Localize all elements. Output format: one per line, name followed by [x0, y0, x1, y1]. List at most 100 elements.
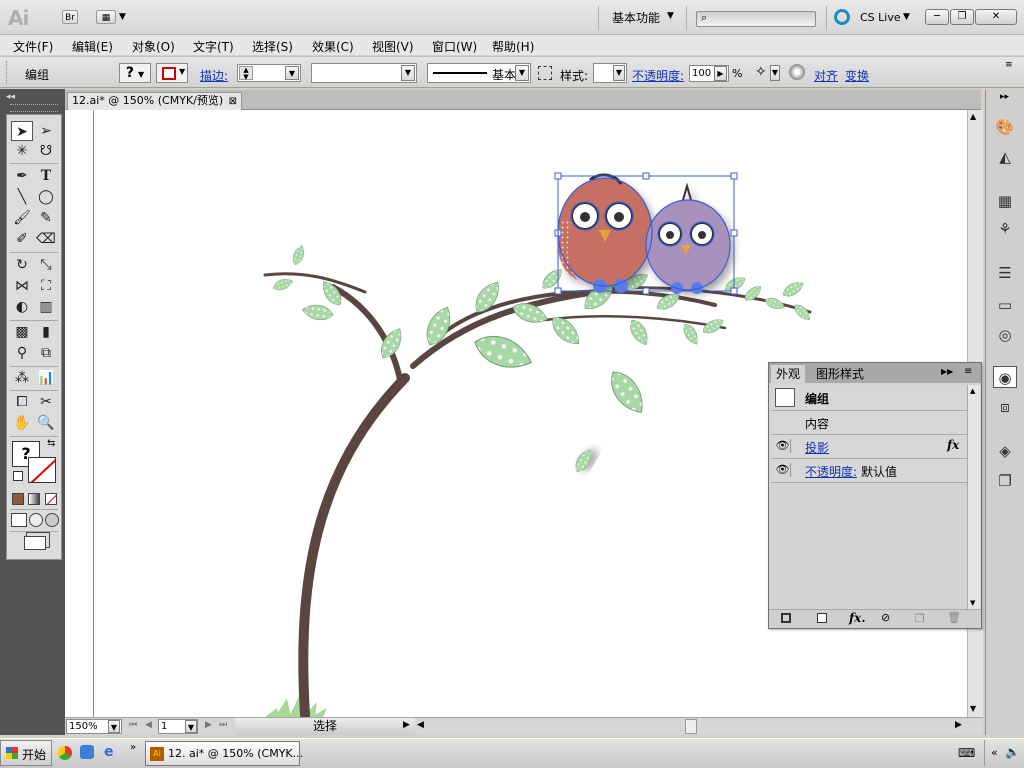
draw-inside-icon[interactable] [45, 513, 59, 527]
menu-object[interactable]: 对象(O) [132, 38, 175, 55]
rotate-tool-icon[interactable]: ↻ [11, 255, 33, 275]
panel-menu-icon[interactable]: ≡ [964, 366, 972, 377]
stroke-panel-icon[interactable]: ☰ [993, 262, 1017, 284]
help-search-field[interactable]: ⌕ [696, 11, 816, 27]
transform-panel-link[interactable]: 变换 [845, 67, 869, 84]
gradient-tool-icon[interactable]: ▮ [35, 322, 57, 342]
opacity-slider-arrow-icon[interactable]: ▶ [714, 66, 727, 81]
scroll-up-icon[interactable]: ▲ [970, 112, 976, 121]
scroll-right-icon[interactable]: ▶ [955, 720, 962, 730]
slice-tool-icon[interactable]: ✂ [35, 392, 57, 412]
shape-builder-tool-icon[interactable]: ◐ [11, 297, 33, 317]
quick-launch-icon[interactable] [80, 745, 94, 759]
tab-graphic-styles[interactable]: 图形样式 [811, 365, 869, 383]
collapse-panel-icon[interactable]: ▶▶ [941, 367, 953, 376]
symbol-sprayer-tool-icon[interactable]: ⁂ [11, 368, 33, 388]
column-graph-tool-icon[interactable]: 📊 [35, 368, 57, 388]
workspace-switcher[interactable]: 基本功能 [612, 9, 660, 26]
pencil-tool-icon[interactable]: ✎ [35, 208, 57, 228]
arrange-documents-icon[interactable]: ▦ [96, 10, 116, 24]
toolbox-grip[interactable] [10, 104, 58, 112]
workspace-chevron-icon[interactable]: ▼ [667, 11, 674, 21]
visibility-eye-icon[interactable]: 👁 [775, 439, 791, 453]
stroke-swatch[interactable]: ▼ [156, 63, 188, 83]
eraser-tool-icon[interactable]: ⌫ [35, 229, 57, 249]
layers-panel-icon[interactable]: ◈ [993, 440, 1017, 462]
variable-width-profile-field[interactable]: ▼ [311, 63, 417, 83]
expand-panels-icon[interactable]: ▸▸ [1000, 92, 1009, 102]
stroke-panel-link[interactable]: 描边: [200, 67, 228, 84]
stroke-color-box[interactable] [28, 457, 56, 483]
width-tool-icon[interactable]: ⋈ [11, 276, 33, 296]
internet-explorer-icon[interactable]: e [104, 744, 114, 760]
draw-normal-icon[interactable] [11, 513, 27, 527]
clear-appearance-icon[interactable]: ⊘ [881, 611, 890, 624]
chevron-down-icon[interactable]: ▼ [770, 65, 780, 81]
screen-mode-icon[interactable] [24, 536, 46, 550]
swatches-icon[interactable]: ▦ [993, 190, 1017, 212]
visibility-eye-icon[interactable]: 👁 [775, 463, 791, 477]
stroke-weight-stepper[interactable]: ▲ ▼ [239, 66, 253, 81]
document-tab[interactable]: 12.ai* @ 150% (CMYK/预览) ⊠ [67, 92, 243, 110]
close-button[interactable]: ✕ [975, 9, 1017, 25]
horizontal-scroll-thumb[interactable] [685, 719, 697, 734]
type-tool-icon[interactable]: T [35, 166, 57, 186]
close-tab-icon[interactable]: ⊠ [229, 96, 237, 107]
scroll-left-icon[interactable]: ◀ [417, 720, 424, 730]
color-panel-icon[interactable]: 🎨 [993, 116, 1017, 138]
restore-button[interactable]: ❐ [950, 9, 974, 25]
cslive-chevron-icon[interactable]: ▼ [903, 12, 910, 22]
first-artboard-icon[interactable]: ⏮ [129, 720, 137, 730]
drop-shadow-row[interactable]: 👁 投影 fx [771, 435, 967, 459]
magic-wand-tool-icon[interactable]: ✳ [11, 141, 33, 161]
menu-help[interactable]: 帮助(H) [492, 38, 534, 55]
paintbrush-tool-icon[interactable]: 🖌 [11, 208, 33, 228]
selection-tool-icon[interactable]: ➤ [11, 121, 33, 141]
menu-effect[interactable]: 效果(C) [312, 38, 354, 55]
collapse-arrows-icon[interactable]: ◂◂ [6, 92, 15, 102]
cslive-button[interactable]: CS Live [860, 11, 901, 24]
next-artboard-icon[interactable]: ▶ [205, 720, 212, 730]
control-panel-menu-icon[interactable]: ≡ [1005, 60, 1013, 70]
swap-fill-stroke-icon[interactable]: ⇆ [47, 438, 55, 449]
previous-artboard-icon[interactable]: ◀ [145, 720, 152, 730]
color-guide-icon[interactable]: ◭ [993, 146, 1017, 168]
scroll-down-icon[interactable]: ▼ [970, 704, 976, 713]
select-similar-icon[interactable]: ✧ [755, 64, 767, 80]
chevron-down-icon[interactable]: ▼ [613, 65, 625, 81]
color-mode-icon[interactable] [12, 493, 24, 505]
graphic-styles-icon[interactable]: ⧈ [993, 396, 1017, 418]
transparency-panel-icon[interactable]: ◎ [993, 324, 1017, 346]
hand-tool-icon[interactable]: ✋ [11, 413, 33, 433]
perspective-grid-tool-icon[interactable]: ▥ [35, 297, 57, 317]
chevron-down-icon[interactable]: ▼ [108, 720, 120, 733]
free-transform-tool-icon[interactable]: ⛶ [35, 276, 57, 296]
status-tool-display[interactable]: 选择 [235, 718, 415, 735]
recolor-artwork-icon[interactable] [789, 64, 805, 80]
menu-file[interactable]: 文件(F) [13, 38, 53, 55]
taskbar-task-illustrator[interactable]: Ai 12. ai* @ 150% (CMYK... [145, 741, 303, 766]
add-fill-icon[interactable] [817, 613, 827, 623]
direct-selection-tool-icon[interactable]: ➢ [35, 121, 57, 141]
opacity-link[interactable]: 不透明度: [805, 463, 857, 480]
chevron-down-icon[interactable]: ▼ [185, 720, 197, 733]
gradient-mode-icon[interactable] [28, 493, 40, 505]
brush-options-icon[interactable] [538, 66, 552, 80]
chevron-down-icon[interactable]: ▼ [285, 66, 299, 80]
artboard-tool-icon[interactable]: ⧠ [11, 392, 33, 412]
menu-type[interactable]: 文字(T) [193, 38, 234, 55]
brushes-icon[interactable]: ⚘ [993, 218, 1017, 240]
line-tool-icon[interactable]: ╲ [11, 187, 33, 207]
cslive-icon[interactable] [834, 9, 850, 25]
ellipse-tool-icon[interactable]: ◯ [35, 187, 57, 207]
keyboard-tray-icon[interactable]: ⌨ [958, 746, 975, 760]
draw-behind-icon[interactable] [29, 513, 43, 527]
chevron-down-icon[interactable]: ▼ [515, 65, 529, 81]
opacity-panel-link[interactable]: 不透明度: [632, 67, 684, 84]
eyedropper-tool-icon[interactable]: ⚲ [11, 343, 33, 363]
fx-icon[interactable]: fx [947, 438, 959, 452]
panel-scrollbar[interactable]: ▲ ▼ [967, 385, 980, 609]
taskbar-overflow-icon[interactable]: » [130, 742, 136, 753]
arrange-documents-chevron-icon[interactable]: ▼ [119, 12, 126, 22]
bridge-button[interactable]: Br [62, 10, 78, 24]
